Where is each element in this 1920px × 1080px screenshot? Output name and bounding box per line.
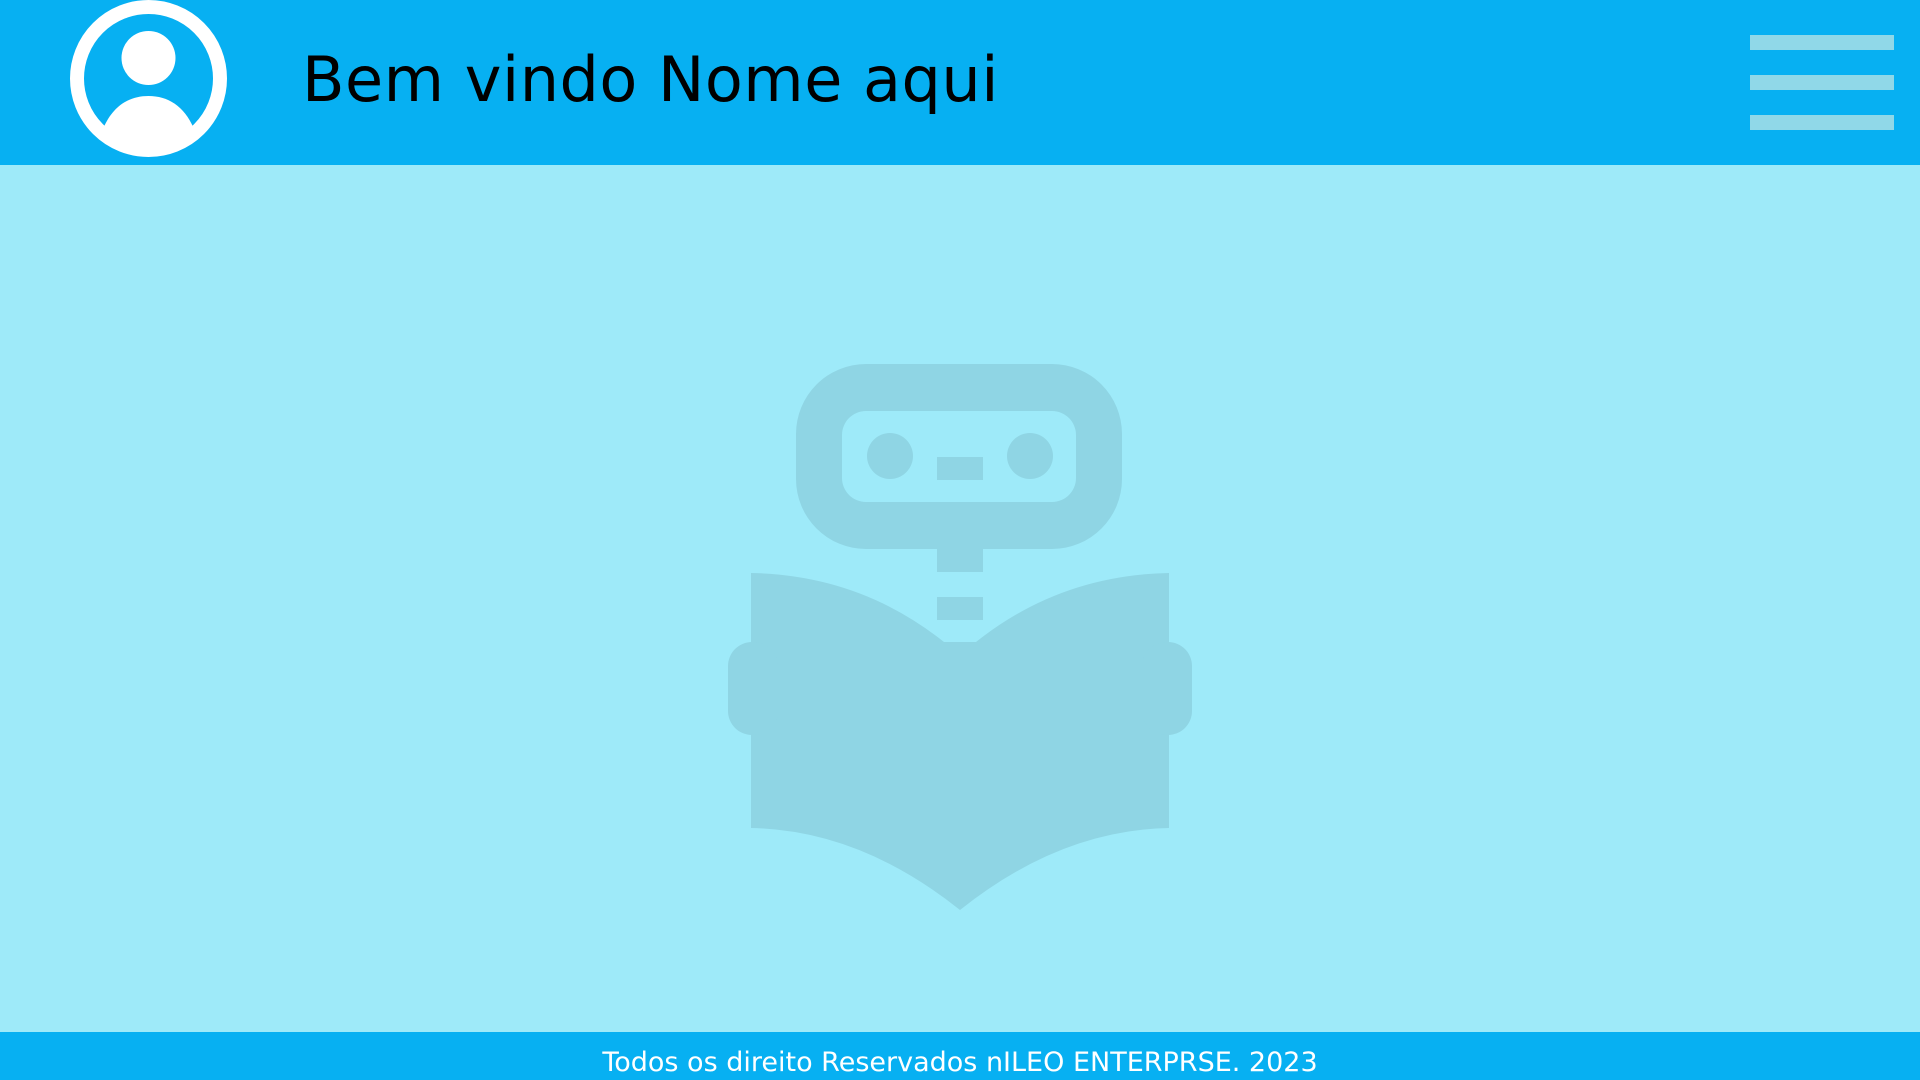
header-bar: Bem vindo Nome aqui: [0, 0, 1920, 165]
welcome-message: Bem vindo Nome aqui: [302, 43, 999, 116]
hamburger-menu-icon[interactable]: [1750, 35, 1894, 131]
menu-bar-middle: [1750, 75, 1894, 90]
menu-bar-top: [1750, 35, 1894, 50]
menu-bar-bottom: [1750, 115, 1894, 130]
footer-bar: Todos os direito Reservados nILEO ENTERP…: [0, 1032, 1920, 1080]
robot-reading-book-icon: [724, 362, 1192, 912]
user-avatar-icon[interactable]: [70, 0, 227, 157]
copyright-text: Todos os direito Reservados nILEO ENTERP…: [602, 1047, 1318, 1078]
